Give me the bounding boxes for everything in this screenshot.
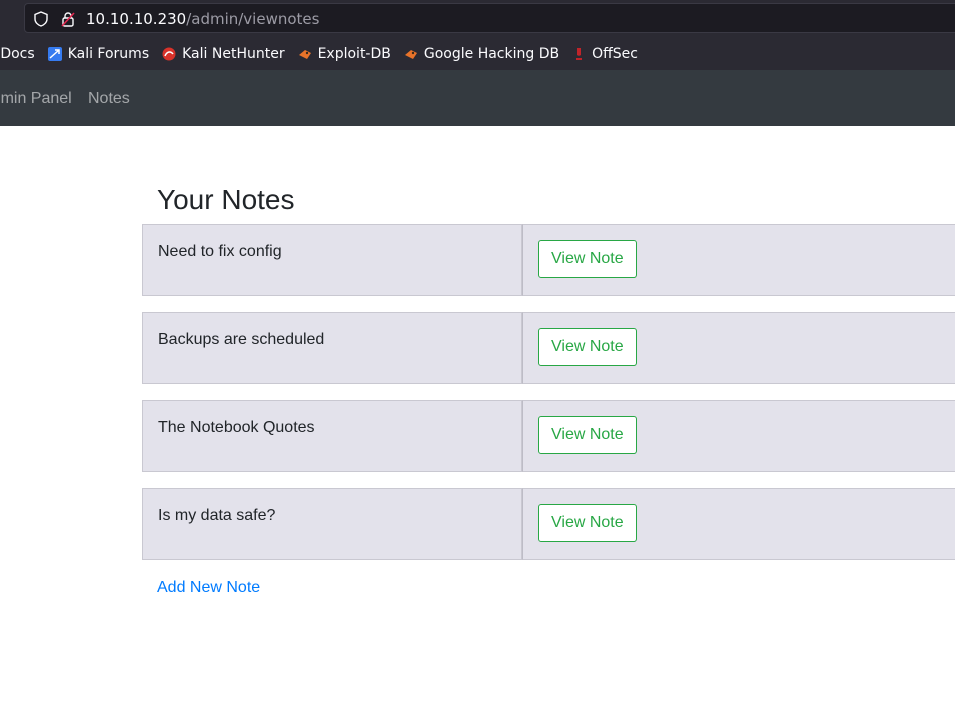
bookmark-label: Kali NetHunter: [182, 46, 285, 62]
note-title: The Notebook Quotes: [142, 400, 522, 472]
note-row: Backups are scheduled View Note: [142, 312, 955, 384]
bookmarks-toolbar: i Docs Kali Forums Kali NetHunter Exploi…: [0, 40, 955, 68]
note-title: Need to fix config: [142, 224, 522, 296]
bookmark-label: i Docs: [0, 46, 35, 62]
bookmark-kali-nethunter[interactable]: Kali NetHunter: [162, 46, 285, 62]
nav-notes[interactable]: Notes: [88, 90, 130, 108]
url-text[interactable]: 10.10.10.230/admin/viewnotes: [86, 10, 319, 28]
view-note-button[interactable]: View Note: [538, 328, 637, 366]
note-action-cell: View Note: [522, 488, 955, 560]
bookmark-label: Google Hacking DB: [423, 46, 560, 62]
shield-icon[interactable]: [33, 11, 49, 27]
nav-admin-panel[interactable]: Admin Panel: [0, 90, 72, 108]
note-row: Is my data safe? View Note: [142, 488, 955, 560]
bookmark-label: OffSec: [592, 46, 638, 62]
bookmark-label: Kali Forums: [67, 46, 150, 62]
browser-chrome: 10.10.10.230/admin/viewnotes i Docs Kali…: [0, 0, 955, 70]
url-host: 10.10.10.230: [86, 10, 187, 28]
page-title: Your Notes: [157, 184, 295, 215]
bookmark-kali-forums[interactable]: Kali Forums: [47, 46, 150, 62]
bookmark-exploit-db[interactable]: Exploit-DB: [298, 46, 391, 62]
site-navbar: Admin Panel Notes: [0, 70, 955, 126]
note-action-cell: View Note: [522, 312, 955, 384]
view-note-button[interactable]: View Note: [538, 504, 637, 542]
offsec-icon: [572, 47, 586, 61]
add-new-note-link[interactable]: Add New Note: [157, 579, 260, 597]
kali-forums-icon: [47, 47, 62, 61]
note-action-cell: View Note: [522, 400, 955, 472]
kali-nethunter-icon: [162, 47, 176, 61]
view-note-button[interactable]: View Note: [538, 416, 637, 454]
bookmark-offsec[interactable]: OffSec: [572, 46, 638, 62]
ghdb-icon: [404, 47, 418, 61]
note-action-cell: View Note: [522, 224, 955, 296]
url-path: /admin/viewnotes: [186, 10, 320, 28]
note-title: Is my data safe?: [142, 488, 522, 560]
note-row: Need to fix config View Note: [142, 224, 955, 296]
bookmark-ghdb[interactable]: Google Hacking DB: [404, 46, 559, 62]
note-row: The Notebook Quotes View Note: [142, 400, 955, 472]
lock-insecure-icon[interactable]: [60, 11, 76, 27]
note-title: Backups are scheduled: [142, 312, 522, 384]
bookmark-kali-docs[interactable]: i Docs: [0, 46, 35, 62]
bookmark-label: Exploit-DB: [317, 46, 391, 62]
url-bar[interactable]: 10.10.10.230/admin/viewnotes: [24, 3, 955, 33]
view-note-button[interactable]: View Note: [538, 240, 637, 278]
exploit-db-icon: [298, 47, 312, 61]
